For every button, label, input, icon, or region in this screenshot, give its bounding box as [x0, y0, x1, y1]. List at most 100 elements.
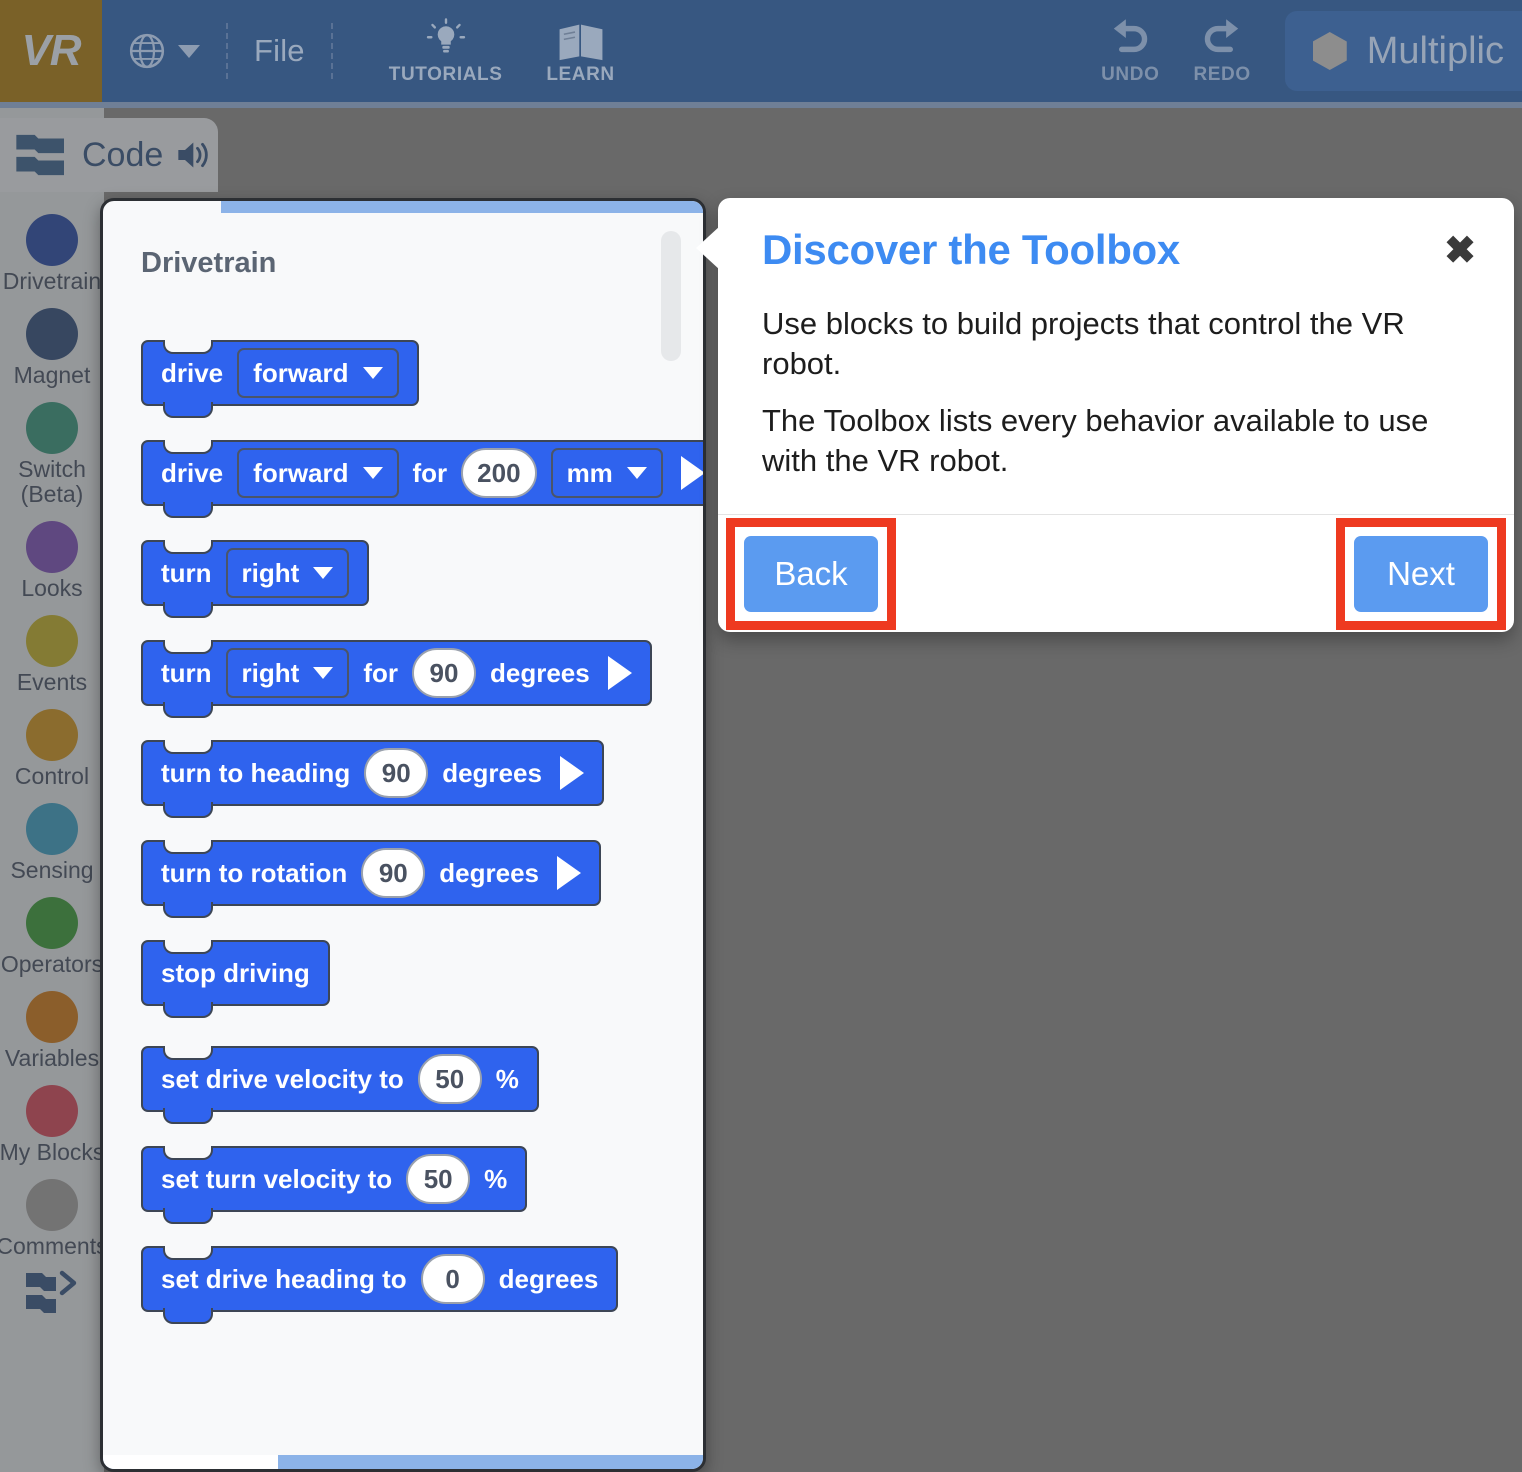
block-label: set drive velocity to [161, 1064, 404, 1095]
lightbulb-icon [424, 16, 468, 62]
block-label: turn [161, 558, 212, 589]
redo-arrow-icon [1195, 16, 1249, 62]
close-icon[interactable]: ✖ [1440, 226, 1480, 276]
block-label: drive [161, 358, 223, 389]
block-number-rotation[interactable]: 90 [361, 848, 425, 898]
block-row: turn to rotation 90 degrees [141, 840, 703, 906]
project-name-label: Multiplic [1367, 30, 1504, 73]
tutorials-button[interactable]: TUTORIALS [389, 16, 503, 86]
block-number-distance[interactable]: 200 [461, 448, 536, 498]
block-drive-forward[interactable]: drive forward [141, 340, 419, 406]
popup-body: Use blocks to build projects that contro… [718, 276, 1514, 481]
block-label: turn [161, 658, 212, 689]
learn-button[interactable]: LEARN [533, 16, 629, 86]
popup-footer: Back Next [718, 514, 1514, 632]
block-number-heading[interactable]: 0 [421, 1254, 485, 1304]
back-button-highlight: Back [726, 518, 896, 630]
chevron-down-icon [313, 667, 333, 679]
chevron-down-icon [627, 467, 647, 479]
next-button-highlight: Next [1336, 518, 1506, 630]
block-row: set turn velocity to 50 % [141, 1146, 703, 1212]
block-row: turn right [141, 540, 703, 606]
block-dropdown-direction[interactable]: right [226, 648, 350, 698]
tutorial-popup: Discover the Toolbox ✖ Use blocks to bui… [718, 198, 1514, 632]
block-label: degrees [439, 858, 539, 889]
play-icon[interactable] [608, 656, 632, 690]
block-turn-to-rotation[interactable]: turn to rotation 90 degrees [141, 840, 601, 906]
vr-logo: VR [0, 0, 102, 102]
block-row: turn right for 90 degrees [141, 640, 703, 706]
header-divider-2 [331, 23, 333, 79]
play-icon[interactable] [557, 856, 581, 890]
redo-button[interactable]: REDO [1193, 16, 1250, 86]
language-selector[interactable] [128, 32, 200, 70]
block-label: degrees [499, 1264, 599, 1295]
flyout-horizontal-scroll-thumb[interactable] [103, 1455, 278, 1469]
chevron-down-icon [313, 567, 333, 579]
block-row: set drive velocity to 50 % [141, 1046, 703, 1112]
block-set-drive-heading[interactable]: set drive heading to 0 degrees [141, 1246, 618, 1312]
chevron-down-icon [363, 467, 383, 479]
redo-label: REDO [1193, 64, 1250, 86]
tutorials-label: TUTORIALS [389, 64, 503, 86]
block-label: stop driving [161, 958, 310, 989]
play-icon[interactable] [681, 456, 703, 490]
block-row: drive forward for 200 mm [141, 440, 703, 506]
block-label: degrees [442, 758, 542, 789]
block-stop-driving[interactable]: stop driving [141, 940, 330, 1006]
chevron-down-icon [178, 45, 200, 58]
block-label: % [484, 1164, 507, 1195]
block-turn-to-heading[interactable]: turn to heading 90 degrees [141, 740, 604, 806]
block-set-drive-velocity[interactable]: set drive velocity to 50 % [141, 1046, 539, 1112]
block-label: turn to rotation [161, 858, 347, 889]
app-header: VR File [0, 0, 1522, 102]
dropdown-value: mm [567, 458, 613, 489]
flyout-horizontal-scrollbar[interactable] [103, 1455, 703, 1469]
block-turn-right[interactable]: turn right [141, 540, 369, 606]
block-row: stop driving [141, 940, 703, 1006]
block-turn-right-for-degrees[interactable]: turn right for 90 degrees [141, 640, 652, 706]
flyout-top-accent [221, 201, 703, 213]
block-dropdown-units[interactable]: mm [551, 448, 663, 498]
block-number-degrees[interactable]: 90 [412, 648, 476, 698]
learn-label: LEARN [546, 64, 614, 86]
block-number-heading[interactable]: 90 [364, 748, 428, 798]
next-button[interactable]: Next [1354, 536, 1488, 612]
dropdown-value: right [242, 558, 300, 589]
undo-arrow-icon [1103, 16, 1157, 62]
block-drive-forward-for-mm[interactable]: drive forward for 200 mm [141, 440, 703, 506]
block-row: turn to heading 90 degrees [141, 740, 703, 806]
header-divider-1 [226, 23, 228, 79]
block-dropdown-direction[interactable]: forward [237, 448, 398, 498]
toolbox-category-title: Drivetrain [141, 247, 703, 280]
project-name-button[interactable]: Multiplic [1285, 11, 1522, 91]
chevron-down-icon [363, 367, 383, 379]
block-dropdown-direction[interactable]: right [226, 548, 350, 598]
play-icon[interactable] [560, 756, 584, 790]
block-dropdown-direction[interactable]: forward [237, 348, 398, 398]
block-label: set turn velocity to [161, 1164, 392, 1195]
block-label: for [363, 658, 398, 689]
block-number-velocity[interactable]: 50 [418, 1054, 482, 1104]
hexagon-icon [1313, 32, 1347, 70]
book-icon [557, 16, 605, 62]
popup-title: Discover the Toolbox [762, 226, 1180, 274]
block-label: for [413, 458, 448, 489]
flyout-vertical-scrollbar[interactable] [661, 231, 681, 361]
dropdown-value: forward [253, 458, 348, 489]
toolbox-flyout-panel: Drivetrain drive forward drive forward [100, 198, 706, 1472]
block-number-velocity[interactable]: 50 [406, 1154, 470, 1204]
vr-logo-text: VR [21, 26, 80, 76]
popup-pointer-arrow [696, 226, 720, 270]
block-label: drive [161, 458, 223, 489]
flyout-block-list: Drivetrain drive forward drive forward [103, 213, 703, 1455]
header-right-group: UNDO REDO Multiplic [1101, 0, 1522, 102]
block-label: set drive heading to [161, 1264, 407, 1295]
undo-button[interactable]: UNDO [1101, 16, 1159, 86]
app-root: VR File [0, 0, 1522, 1472]
block-set-turn-velocity[interactable]: set turn velocity to 50 % [141, 1146, 527, 1212]
back-button[interactable]: Back [744, 536, 878, 612]
popup-header: Discover the Toolbox ✖ [718, 198, 1514, 276]
file-menu[interactable]: File [254, 33, 305, 69]
block-label: degrees [490, 658, 590, 689]
